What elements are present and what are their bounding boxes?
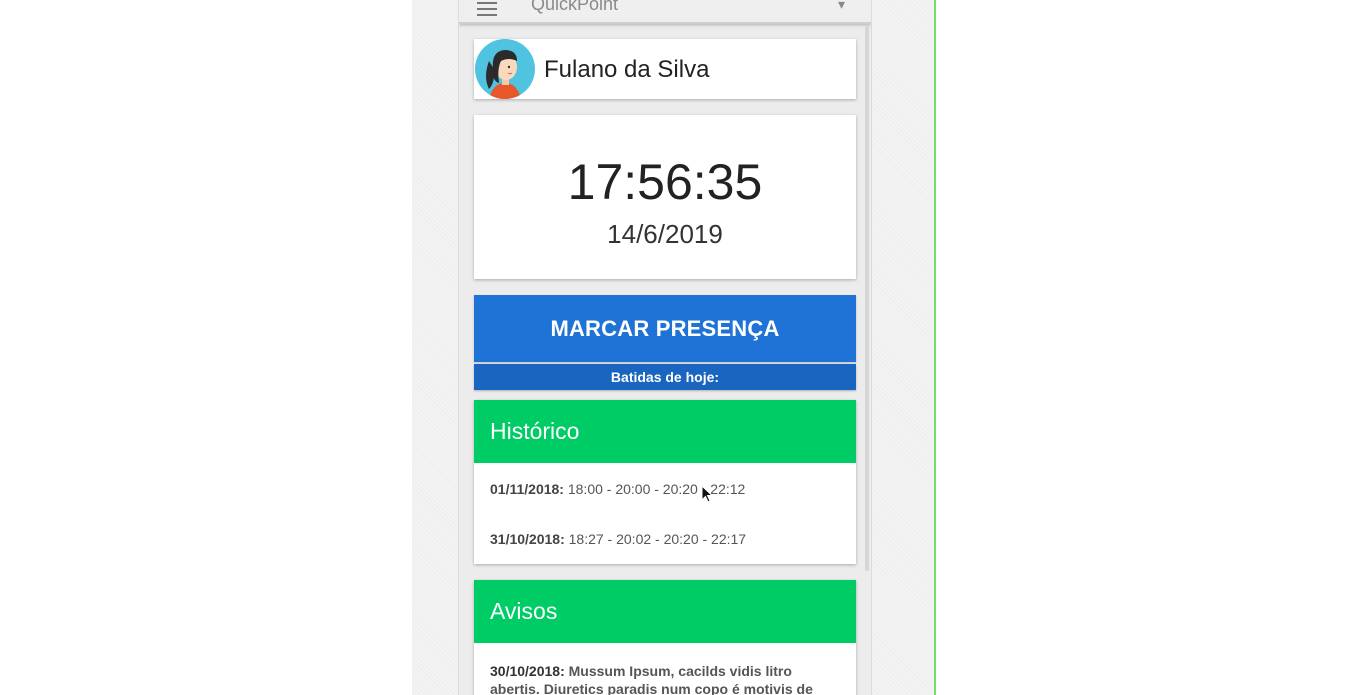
notice-item[interactable]: 30/10/2018: Mussum Ipsum, cacilds vidis …: [490, 662, 840, 695]
history-date: 01/11/2018:: [490, 481, 564, 497]
history-card: Histórico 01/11/2018: 18:00 - 20:00 - 20…: [474, 400, 856, 564]
user-card: Fulano da Silva: [474, 39, 856, 99]
history-times: 18:27 - 20:02 - 20:20 - 22:17: [568, 531, 747, 547]
scrollbar[interactable]: [865, 26, 869, 571]
history-header: Histórico: [474, 400, 856, 463]
current-time: 17:56:35: [567, 154, 763, 210]
history-date: 31/10/2018:: [490, 531, 565, 547]
history-times: 18:00 - 20:00 - 20:20 - 22:12: [567, 481, 746, 497]
notice-date: 30/10/2018:: [490, 663, 565, 679]
phone-screen: QuickPoint ▾ Fulano da Silva 17:56:35 14…: [458, 0, 872, 695]
app-bar: QuickPoint ▾: [459, 0, 871, 24]
notices-card: Avisos 30/10/2018: Mussum Ipsum, cacilds…: [474, 580, 856, 695]
user-name: Fulano da Silva: [544, 56, 710, 83]
mouse-cursor-icon: [701, 485, 713, 503]
app-title: QuickPoint: [531, 0, 619, 14]
menu-icon[interactable]: [477, 2, 497, 16]
notices-header: Avisos: [474, 580, 856, 643]
more-vert-icon[interactable]: ▾: [838, 0, 845, 13]
clock-card: 17:56:35 14/6/2019: [474, 115, 856, 279]
current-date: 14/6/2019: [607, 219, 723, 249]
mark-presence-button[interactable]: MARCAR PRESENÇA: [474, 295, 856, 362]
history-row[interactable]: 31/10/2018: 18:27 - 20:02 - 20:20 - 22:1…: [490, 531, 746, 547]
today-punches-label: Batidas de hoje:: [474, 364, 856, 390]
female-avatar-icon: [475, 39, 535, 99]
